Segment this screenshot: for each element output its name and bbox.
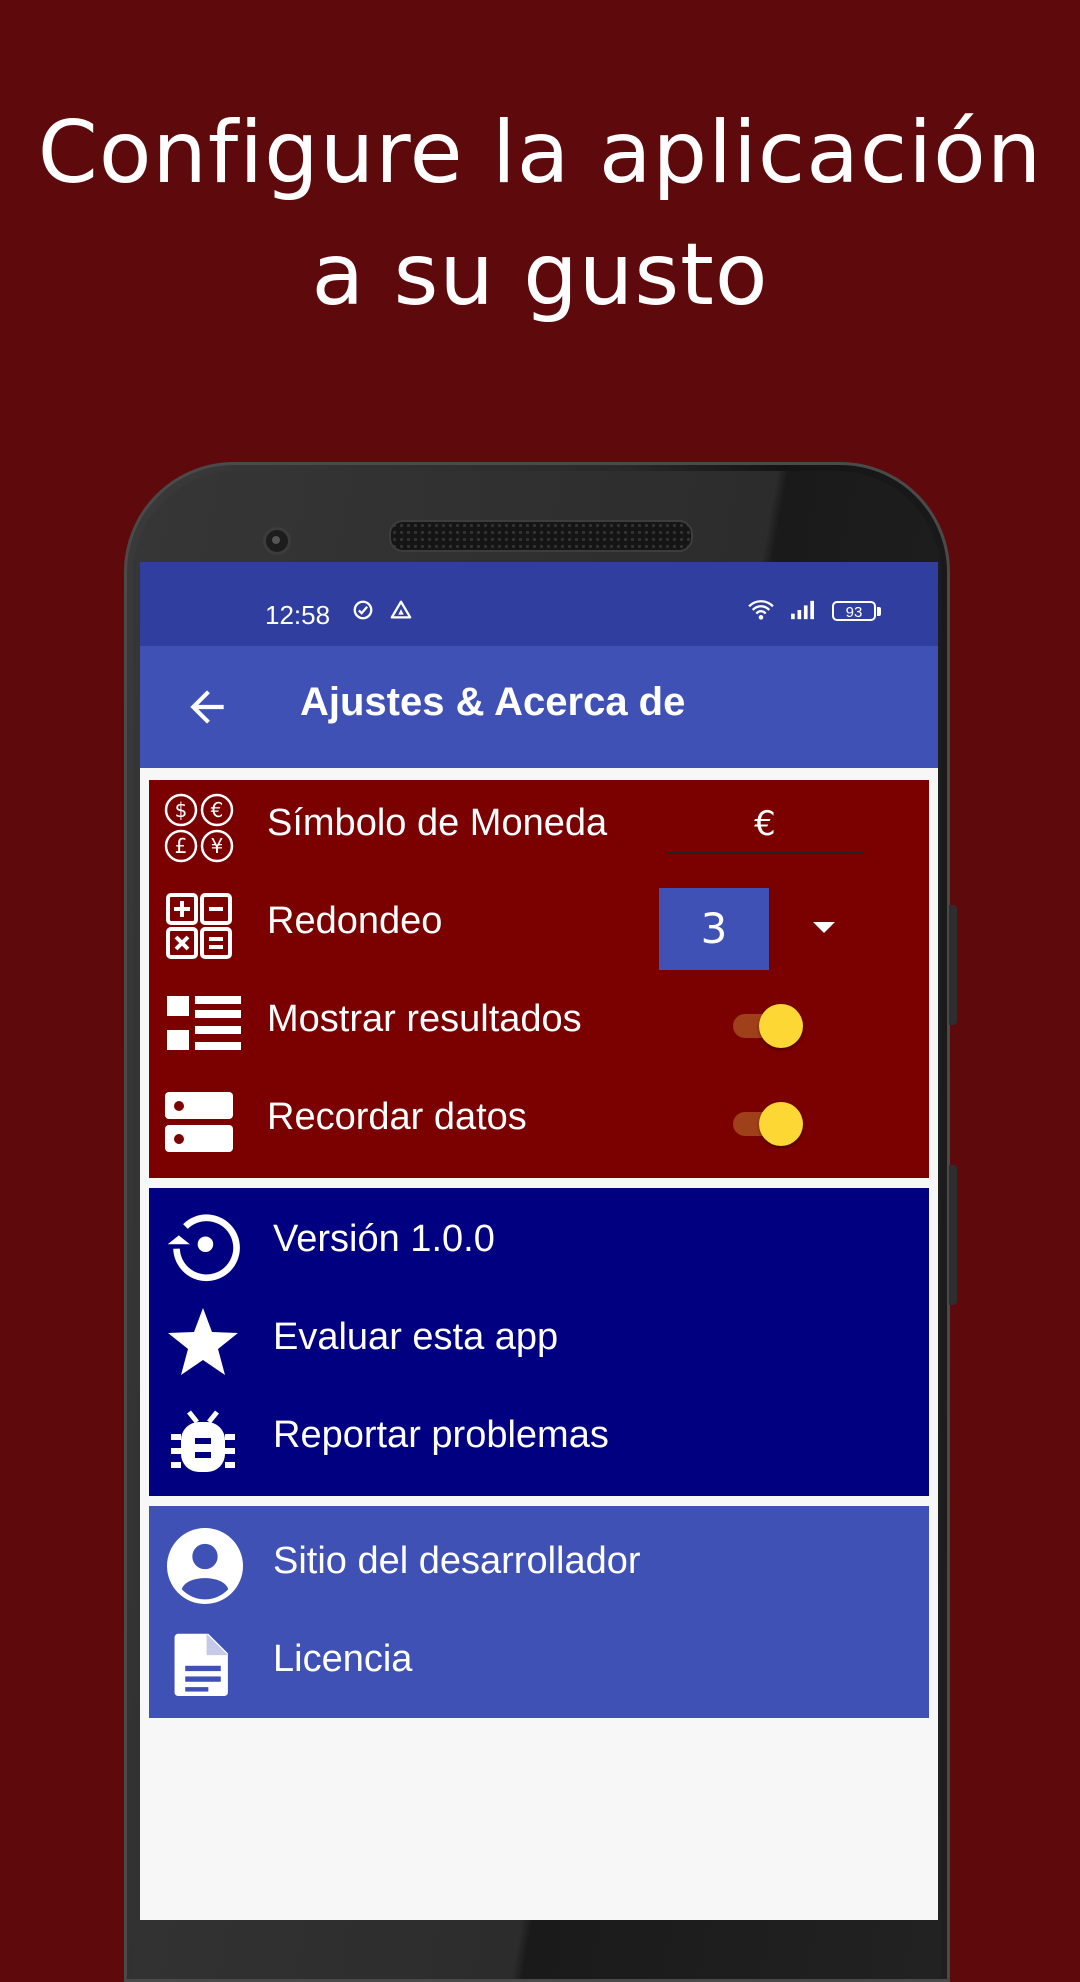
promo-line-1: Configure la aplicación xyxy=(37,103,1043,203)
rounding-value[interactable]: 3 xyxy=(659,888,769,970)
status-time: 12:58 xyxy=(265,600,331,630)
earpiece-speaker xyxy=(389,520,693,552)
status-bar: 12:58 93 xyxy=(140,562,938,646)
show-results-row: Mostrar resultados xyxy=(149,976,929,1072)
currency-input[interactable]: € xyxy=(667,804,863,854)
links-card: Sitio del desarrollador Licencia xyxy=(149,1506,929,1718)
rate-label: Evaluar esta app xyxy=(273,1316,559,1358)
chevron-down-icon[interactable] xyxy=(813,922,835,933)
battery-icon: 93 xyxy=(832,601,876,621)
svg-text:€: € xyxy=(211,798,224,822)
history-icon xyxy=(167,1214,240,1282)
svg-text:£: £ xyxy=(175,834,188,858)
currency-label: Símbolo de Moneda xyxy=(267,802,608,844)
battery-level: 93 xyxy=(845,604,863,621)
rounding-label: Redondeo xyxy=(267,900,443,942)
account-circle-icon xyxy=(167,1528,243,1604)
app-bar: Ajustes & Acerca de xyxy=(140,646,938,768)
star-icon xyxy=(168,1308,238,1375)
report-label: Reportar problemas xyxy=(273,1414,609,1456)
settings-card: $ € £ ¥ Símbolo de Moneda € Redondeo 3 Most… xyxy=(149,780,929,1178)
storage-icon xyxy=(165,1092,233,1152)
signal-icon xyxy=(791,600,814,620)
show-results-toggle[interactable] xyxy=(729,1002,803,1048)
bug-icon xyxy=(171,1410,235,1472)
license-row[interactable]: Licencia xyxy=(149,1616,929,1712)
drive-icon xyxy=(390,600,412,619)
rate-row[interactable]: Evaluar esta app xyxy=(149,1294,929,1390)
volume-button xyxy=(949,1165,957,1305)
rounding-row: Redondeo 3 xyxy=(149,878,929,974)
document-icon xyxy=(174,1633,228,1696)
remember-data-label: Recordar datos xyxy=(267,1096,527,1138)
currency-row: $ € £ ¥ Símbolo de Moneda € xyxy=(149,780,929,876)
promo-headline: Configure la aplicación a su gusto xyxy=(0,92,1080,336)
list-icon xyxy=(167,996,241,1050)
developer-row[interactable]: Sitio del desarrollador xyxy=(149,1518,929,1614)
report-row[interactable]: Reportar problemas xyxy=(149,1392,929,1488)
page-title: Ajustes & Acerca de xyxy=(300,680,686,724)
svg-text:¥: ¥ xyxy=(211,834,224,858)
version-label: Versión 1.0.0 xyxy=(273,1218,495,1260)
developer-label: Sitio del desarrollador xyxy=(273,1540,641,1582)
check-circle-icon xyxy=(353,600,373,620)
phone-screen: 12:58 93 Ajustes & Acerca de $ € £ ¥ Símbol… xyxy=(140,562,938,1920)
show-results-label: Mostrar resultados xyxy=(267,998,582,1040)
calculator-icon xyxy=(166,893,232,959)
version-row[interactable]: Versión 1.0.0 xyxy=(149,1196,929,1292)
power-button xyxy=(949,905,957,1025)
about-card: Versión 1.0.0 Evaluar esta app Reportar … xyxy=(149,1188,929,1496)
remember-data-toggle[interactable] xyxy=(729,1100,803,1146)
license-label: Licencia xyxy=(273,1638,413,1680)
promo-line-2: a su gusto xyxy=(311,225,769,325)
arrow-back-icon[interactable] xyxy=(182,682,232,732)
svg-text:$: $ xyxy=(175,798,188,822)
wifi-icon xyxy=(748,600,774,620)
remember-data-row: Recordar datos xyxy=(149,1074,929,1170)
currency-symbols-icon: $ € £ ¥ xyxy=(164,793,234,863)
front-camera xyxy=(263,527,291,555)
battery-tip xyxy=(877,607,881,616)
